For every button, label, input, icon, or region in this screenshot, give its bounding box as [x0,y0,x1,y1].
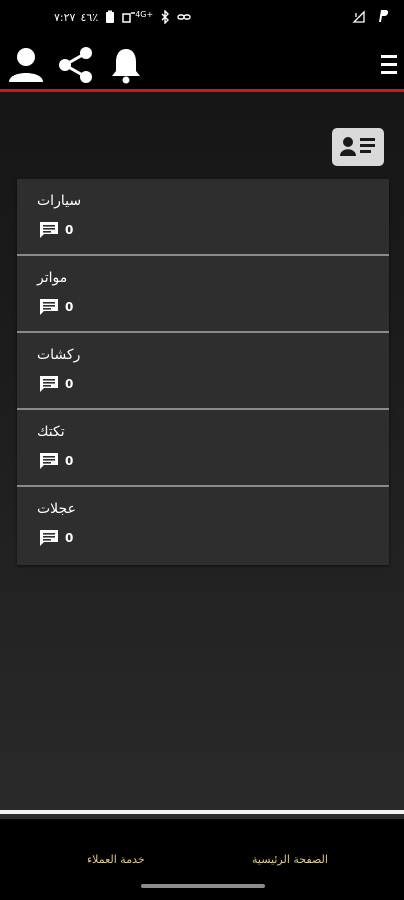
user-icon[interactable] [8,46,44,84]
item-comment-count: 0 [39,298,73,316]
count-value: 0 [65,531,74,545]
bottom-divider [0,810,404,814]
gesture-bar[interactable] [141,884,265,888]
nav-home[interactable]: الصفحة الرئيسية [252,853,328,866]
comment-icon [40,453,58,469]
list-item[interactable]: تكتك 0 [17,410,389,487]
contact-card-icon [340,137,375,156]
battery-percent: ٤٦٪ [80,10,99,24]
bluetooth-icon [161,10,170,24]
item-title: عجلات [37,501,76,517]
link-icon [177,14,191,20]
menu-icon[interactable] [380,54,398,76]
battery-icon [106,10,115,23]
status-time: ٧:٢٧ [54,10,76,24]
list-item[interactable]: موا‌تر 0 [17,256,389,333]
comment-icon [40,530,58,546]
item-comment-count: 0 [39,529,73,547]
app-bar-accent-line [0,89,404,92]
paypal-icon [379,10,389,22]
network-type: 4G+ [135,9,154,19]
status-right [352,9,390,23]
comment-icon [40,376,58,392]
item-title: سيارات [37,193,82,209]
status-left: ٧:٢٧ ٤٦٪ 4G+ [54,10,191,24]
app-bar [0,40,404,90]
category-list: سيارات 0 موا‌تر 0 ركشات [17,179,389,565]
list-item[interactable]: عجلات 0 [17,487,389,565]
list-item[interactable]: سيارات 0 [17,179,389,256]
count-value: 0 [65,454,74,468]
count-value: 0 [65,377,74,391]
item-title: ركشات [37,347,81,363]
count-value: 0 [65,223,74,237]
item-title: موا‌تر [37,270,68,286]
comment-icon [40,299,58,315]
list-item[interactable]: ركشات 0 [17,333,389,410]
bell-icon[interactable] [110,46,142,84]
count-value: 0 [65,300,74,314]
app-screen: ٧:٢٧ ٤٦٪ 4G+ [0,0,404,900]
item-comment-count: 0 [39,375,73,393]
wifi-calling-icon [122,12,136,23]
no-signal-icon [352,10,365,23]
status-bar: ٧:٢٧ ٤٦٪ 4G+ [0,0,404,40]
profile-card-button[interactable] [332,128,384,166]
share-icon[interactable] [58,46,94,84]
comment-icon [40,222,58,238]
item-comment-count: 0 [39,221,73,239]
item-comment-count: 0 [39,452,73,470]
item-title: تكتك [37,424,65,440]
nav-customer-service[interactable]: خدمة العملاء [87,853,145,866]
